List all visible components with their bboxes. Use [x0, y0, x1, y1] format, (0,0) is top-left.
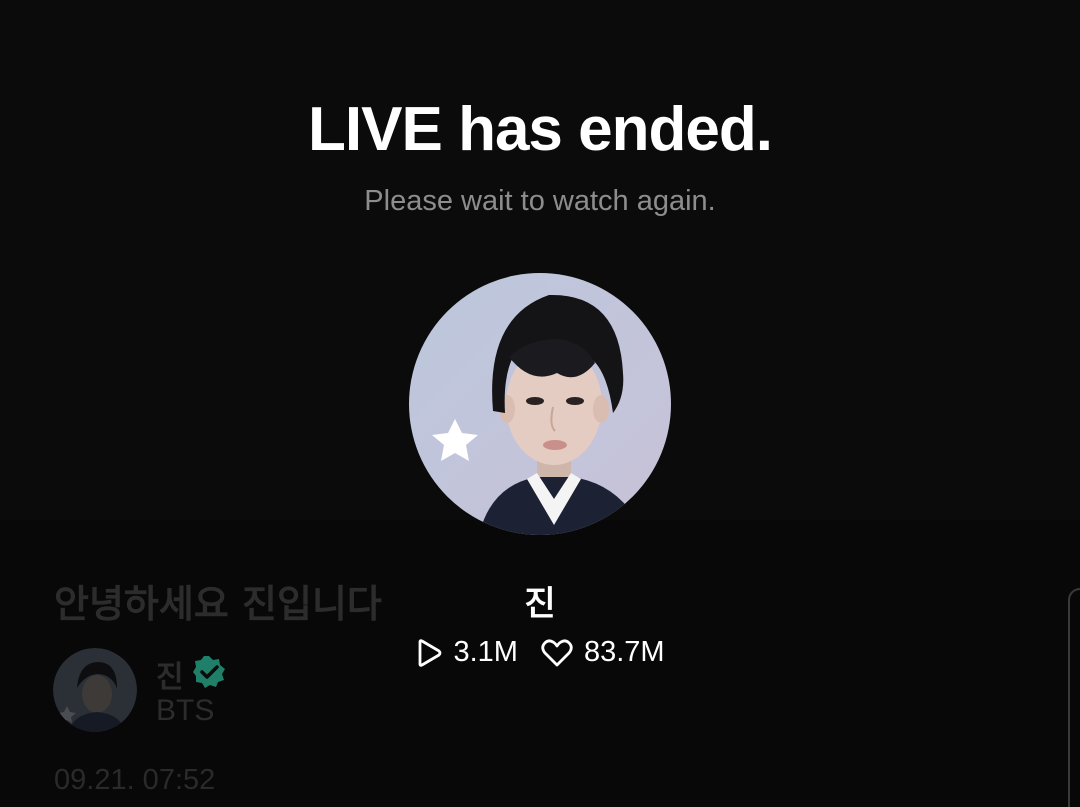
like-count-value: 83.7M: [583, 636, 665, 668]
live-ended-subtitle: Please wait to watch again.: [364, 185, 716, 217]
heart-icon: [541, 638, 573, 666]
live-ended-title: LIVE has ended.: [308, 95, 773, 164]
play-count-value: 3.1M: [453, 636, 518, 668]
play-count: 3.1M: [415, 636, 518, 669]
artist-avatar-image: [409, 273, 671, 535]
artist-name: 진: [524, 584, 556, 624]
author-group: BTS: [156, 694, 215, 727]
like-count: 83.7M: [540, 636, 665, 669]
live-ended-screen: 안녕하세요 진입니다 진 BTS 09.21. 07:52 LIVE has e…: [0, 0, 1080, 807]
post-date: 09.21. 07:52: [54, 764, 216, 796]
artist-avatar[interactable]: [409, 273, 671, 535]
play-icon: [419, 638, 442, 667]
live-stats: 3.1M 83.7M: [0, 636, 1080, 669]
